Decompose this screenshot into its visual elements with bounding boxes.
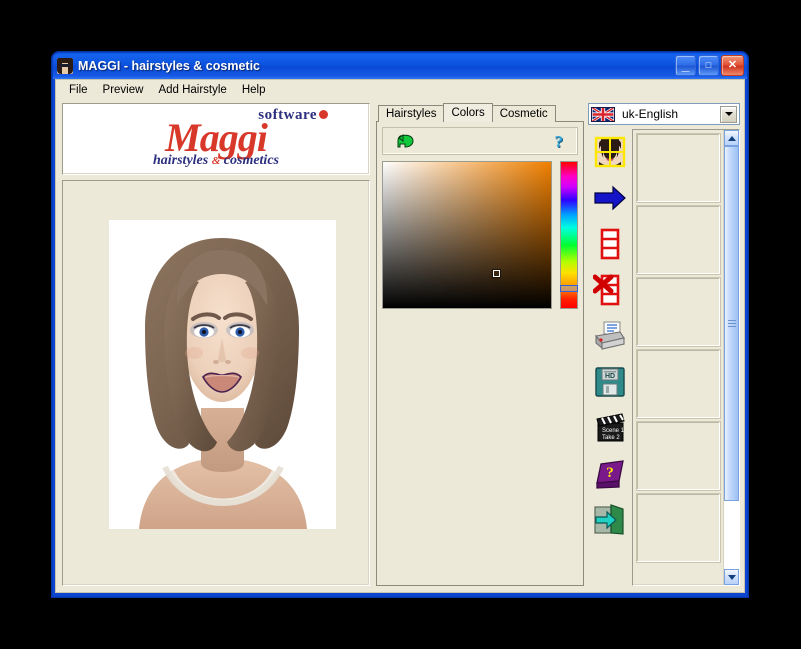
tab-panel-colors: ? <box>376 121 584 586</box>
client-area: File Preview Add Hairstyle Help software… <box>55 79 745 593</box>
center-column: Hairstyles Colors Cosmetic ? <box>374 99 586 592</box>
svg-text:?: ? <box>606 465 614 481</box>
hue-cursor-marker <box>560 285 578 292</box>
tool-icon-bar: HD Scene 1 Take 2 <box>588 129 632 586</box>
right-body: HD Scene 1 Take 2 <box>588 129 740 586</box>
menu-preview[interactable]: Preview <box>96 82 151 98</box>
logo-dot-icon <box>319 110 328 119</box>
clapperboard-icon[interactable]: Scene 1 Take 2 <box>593 411 627 445</box>
screen: MAGGI - hairstyles & cosmetic _ □ ✕ File… <box>0 0 801 649</box>
maximize-icon: □ <box>699 56 718 75</box>
brand-logo: software Maggi hairstyles & cosmetics <box>101 109 331 169</box>
logo-tagline: hairstyles & cosmetics <box>101 153 331 169</box>
logo-tagline-right: cosmetics <box>224 153 279 168</box>
minimize-button[interactable]: _ <box>675 55 696 76</box>
title-bar: MAGGI - hairstyles & cosmetic _ □ ✕ <box>53 53 747 79</box>
tab-hairstyles[interactable]: Hairstyles <box>378 105 444 122</box>
logo-brand-text: Maggi <box>101 119 331 157</box>
clapper-line-1: Scene 1 <box>602 428 625 434</box>
portrait-panel[interactable] <box>62 180 370 586</box>
tab-strip: Hairstyles Colors Cosmetic <box>376 103 584 122</box>
panel-filler <box>382 309 578 580</box>
thumbnail-slot[interactable] <box>636 205 721 275</box>
close-icon: ✕ <box>722 56 743 75</box>
hue-slider[interactable] <box>560 161 578 309</box>
scrollbar-grip-icon <box>728 320 736 328</box>
logo-software-text: software <box>258 107 317 124</box>
printer-icon[interactable] <box>593 319 627 353</box>
help-book-icon[interactable]: ? <box>593 457 627 491</box>
thumbnail-slot[interactable] <box>636 493 721 563</box>
thumbnail-scrollbar[interactable] <box>723 130 739 585</box>
blue-arrow-icon[interactable] <box>593 181 627 215</box>
language-dropdown[interactable]: uk-English <box>588 103 740 125</box>
window-title: MAGGI - hairstyles & cosmetic <box>78 59 260 73</box>
color-picker <box>382 161 578 309</box>
thumbnail-slot[interactable] <box>636 349 721 419</box>
menu-file[interactable]: File <box>62 82 95 98</box>
undo-arrow-icon[interactable] <box>397 133 415 149</box>
thumbnail-panel <box>632 129 740 586</box>
logo-tagline-amp: & <box>212 155 221 167</box>
scroll-up-arrow-icon <box>728 136 736 141</box>
left-column: software Maggi hairstyles & cosmetics <box>56 99 374 592</box>
face-crop-icon[interactable] <box>593 135 627 169</box>
menu-help[interactable]: Help <box>235 82 273 98</box>
thumbnail-slot[interactable] <box>636 277 721 347</box>
thumbnail-list <box>633 130 723 585</box>
scrollbar-down-button[interactable] <box>724 569 739 585</box>
logo-tagline-left: hairstyles <box>153 153 208 168</box>
svg-text:HD: HD <box>605 373 615 380</box>
help-question-icon[interactable]: ? <box>555 133 564 150</box>
maximize-button[interactable]: □ <box>698 55 719 76</box>
close-button[interactable]: ✕ <box>721 55 744 76</box>
portrait-canvas[interactable] <box>109 220 336 529</box>
app-face-icon <box>57 58 73 74</box>
exit-door-icon[interactable] <box>593 503 627 537</box>
thumbnail-slot[interactable] <box>636 421 721 491</box>
uk-flag-icon <box>591 107 615 122</box>
filmstrip-delete-icon[interactable] <box>593 273 627 307</box>
menu-add-hairstyle[interactable]: Add Hairstyle <box>151 82 233 98</box>
scrollbar-thumb[interactable] <box>724 146 739 501</box>
portrait-image <box>109 220 336 529</box>
tab-colors[interactable]: Colors <box>443 103 492 122</box>
menu-bar: File Preview Add Hairstyle Help <box>56 80 744 99</box>
language-dropdown-button[interactable] <box>720 106 737 123</box>
scrollbar-up-button[interactable] <box>724 130 739 146</box>
language-value: uk-English <box>622 107 720 121</box>
save-floppy-icon[interactable]: HD <box>593 365 627 399</box>
saturation-value-field[interactable] <box>382 161 552 309</box>
tab-cosmetic[interactable]: Cosmetic <box>492 105 556 122</box>
filmstrip-icon[interactable] <box>593 227 627 261</box>
scrollbar-track[interactable] <box>724 146 739 569</box>
scroll-down-arrow-icon <box>728 575 736 580</box>
sv-cursor-marker <box>493 270 500 277</box>
right-column: uk-English <box>586 99 744 592</box>
color-tool-row: ? <box>382 127 578 155</box>
chevron-down-icon <box>725 112 733 116</box>
main-body: software Maggi hairstyles & cosmetics <box>56 99 744 592</box>
window-controls: _ □ ✕ <box>675 55 744 76</box>
clapper-line-2: Take 2 <box>602 435 620 441</box>
minimize-icon: _ <box>676 56 695 75</box>
thumbnail-slot[interactable] <box>636 133 721 203</box>
application-window: MAGGI - hairstyles & cosmetic _ □ ✕ File… <box>52 52 748 597</box>
logo-panel: software Maggi hairstyles & cosmetics <box>62 103 370 175</box>
